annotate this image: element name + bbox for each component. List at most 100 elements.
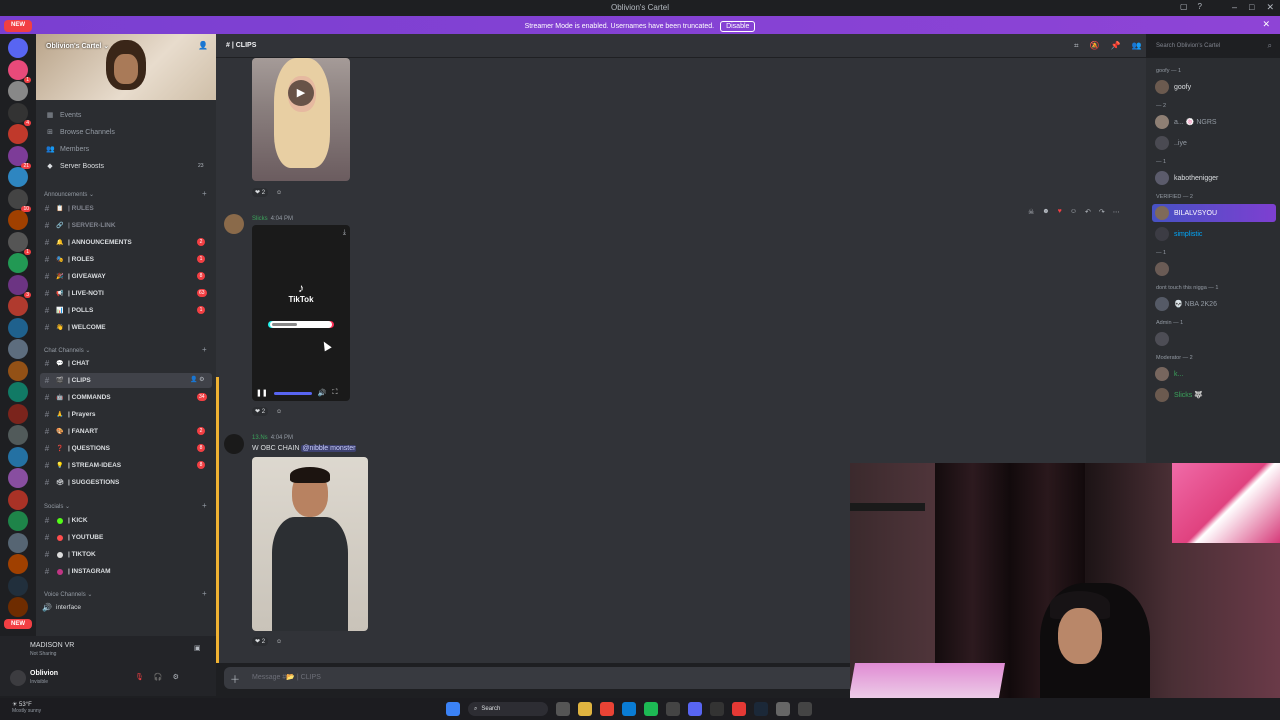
threads-icon[interactable]: ⌗: [1074, 41, 1079, 51]
pin-icon[interactable]: 📌: [1110, 41, 1120, 51]
reaction[interactable]: ❤ 2: [252, 407, 269, 416]
more-icon[interactable]: ⋯: [1113, 208, 1120, 216]
fullscreen-icon[interactable]: ⛶: [332, 389, 337, 397]
add-reaction-icon[interactable]: ☺: [276, 190, 282, 196]
video-attachment[interactable]: ▶: [252, 58, 350, 181]
server-icon[interactable]: [8, 468, 28, 488]
app-icon[interactable]: [798, 702, 812, 716]
member-item[interactable]: simplistic: [1152, 225, 1276, 243]
server-icon[interactable]: [8, 167, 28, 187]
mute-mic-icon[interactable]: 🎙: [135, 673, 144, 681]
channel-tiktok[interactable]: # | TIKTOK: [40, 547, 212, 562]
channel-chat[interactable]: # 💬 | CHAT: [40, 356, 212, 371]
app-icon[interactable]: [666, 702, 680, 716]
server-icon[interactable]: [8, 81, 28, 101]
member-item[interactable]: kabothenigger: [1152, 169, 1276, 187]
taskbar-search[interactable]: ⌕ Search: [468, 702, 548, 716]
category-chat[interactable]: Chat Channels ⌄ +: [44, 345, 207, 354]
server-icon[interactable]: 1: [8, 59, 31, 83]
reaction-icon[interactable]: ☻: [1042, 208, 1049, 216]
server-icon[interactable]: [8, 554, 28, 574]
member-item[interactable]: k...: [1152, 365, 1276, 383]
search-input[interactable]: Search Oblivion's Cartel ⌕: [1150, 39, 1276, 53]
member-item[interactable]: 💀 NBA 2K26: [1152, 295, 1276, 313]
deafen-icon[interactable]: 🎧: [154, 673, 163, 681]
channel-welcome[interactable]: # 👋 | WELCOME: [40, 320, 212, 335]
close-icon[interactable]: ✕: [1266, 2, 1274, 13]
discord-icon[interactable]: [688, 702, 702, 716]
reaction[interactable]: ❤ 2: [252, 637, 269, 646]
message-author[interactable]: 13.Ns 4:04 PM: [252, 435, 293, 441]
channel-instagram[interactable]: # | INSTAGRAM: [40, 564, 212, 579]
channel-clips[interactable]: # 🎬 | CLIPS 👤 ⚙: [40, 373, 212, 388]
voice-channel-interface[interactable]: 🔊 interface: [40, 600, 212, 615]
disable-button[interactable]: Disable: [720, 21, 756, 32]
task-view-icon[interactable]: [556, 702, 570, 716]
server-icon[interactable]: [8, 425, 28, 445]
channel-prayers[interactable]: # 🙏 | Prayers: [40, 407, 212, 422]
server-icon[interactable]: 1: [8, 231, 31, 255]
category-socials[interactable]: Socials ⌄ +: [44, 501, 207, 510]
inbox-icon[interactable]: ▢: [1180, 2, 1188, 11]
category-voice[interactable]: Voice Channels ⌄ +: [44, 589, 207, 598]
channel-suggestions[interactable]: # 🗳 | SUGGESTIONS: [40, 475, 212, 490]
channel-live-noti[interactable]: # 📢 | LIVE-NOTI 63: [40, 286, 212, 301]
chrome-icon[interactable]: [600, 702, 614, 716]
server-icon[interactable]: 3: [8, 274, 31, 298]
channel-announcements[interactable]: # 🔔 | ANNOUNCEMENTS 2: [40, 235, 212, 250]
member-item[interactable]: Slicks 🐺: [1152, 386, 1276, 404]
member-item[interactable]: a... 🍥 NGRS: [1152, 113, 1276, 131]
server-icon[interactable]: [8, 575, 28, 596]
avatar[interactable]: [224, 434, 244, 454]
member-list-icon[interactable]: 👥: [1131, 41, 1141, 51]
channel-server-link[interactable]: # 🔗 | SERVER-LINK: [40, 218, 212, 233]
avatar[interactable]: [224, 214, 244, 234]
voice-settings-icon[interactable]: ▣: [194, 644, 201, 652]
server-icon[interactable]: [8, 489, 28, 510]
heart-reaction-icon[interactable]: ♥: [1058, 208, 1062, 216]
channel-youtube[interactable]: # | YOUTUBE: [40, 530, 212, 545]
add-channel-icon[interactable]: +: [202, 589, 207, 598]
sidebar-nav-server-boosts[interactable]: ◆ Server Boosts 23: [46, 162, 203, 171]
edge-icon[interactable]: [622, 702, 636, 716]
add-reaction-icon[interactable]: ☺: [276, 639, 282, 645]
attach-plus-icon[interactable]: ＋: [230, 671, 240, 686]
channel-questions[interactable]: # ❓ | QUESTIONS 8: [40, 441, 212, 456]
channel-roles[interactable]: # 🎭 | ROLES 1: [40, 252, 212, 267]
channel-rules[interactable]: # 📋 | RULES: [40, 201, 212, 216]
server-icon[interactable]: [8, 532, 28, 553]
reaction[interactable]: ❤ 2: [252, 188, 269, 197]
obs-icon[interactable]: [710, 702, 724, 716]
maximize-icon[interactable]: □: [1249, 2, 1254, 13]
add-reaction-icon[interactable]: ☺: [1070, 208, 1077, 216]
member-item[interactable]: [1152, 260, 1276, 278]
add-channel-icon[interactable]: +: [202, 189, 207, 198]
tiktok-embed[interactable]: ⤓ ♪ TikTok ❚❚ 🔊 ⛶: [252, 225, 350, 401]
channel-kick[interactable]: # | KICK: [40, 513, 212, 528]
server-icon[interactable]: 21: [8, 145, 31, 169]
help-icon[interactable]: ?: [1198, 2, 1202, 11]
play-icon[interactable]: ▶: [288, 80, 314, 106]
server-icon[interactable]: [8, 317, 28, 338]
server-icon[interactable]: [8, 296, 28, 316]
server-icon[interactable]: [8, 446, 28, 467]
file-explorer-icon[interactable]: [578, 702, 592, 716]
username[interactable]: Oblivion: [30, 670, 58, 677]
message-author[interactable]: Slicks 4:04 PM: [252, 216, 293, 222]
server-icon[interactable]: [8, 339, 28, 359]
member-item[interactable]: [1152, 330, 1276, 348]
server-icon[interactable]: [8, 253, 28, 273]
add-reaction-icon[interactable]: ☺: [276, 409, 282, 415]
reply-icon[interactable]: ↶: [1085, 208, 1091, 216]
add-channel-icon[interactable]: +: [202, 501, 207, 510]
avatar[interactable]: [10, 670, 26, 686]
server-icon[interactable]: [8, 403, 28, 424]
start-icon[interactable]: [446, 702, 460, 716]
server-name[interactable]: Oblivion's Cartel ⌄: [46, 42, 109, 50]
server-icon[interactable]: [8, 511, 28, 531]
app-icon[interactable]: [776, 702, 790, 716]
member-item[interactable]: ..iye: [1152, 134, 1276, 152]
server-icon[interactable]: [8, 124, 28, 144]
server-icon[interactable]: 10: [8, 188, 31, 212]
volume-icon[interactable]: 🔊: [318, 389, 327, 397]
